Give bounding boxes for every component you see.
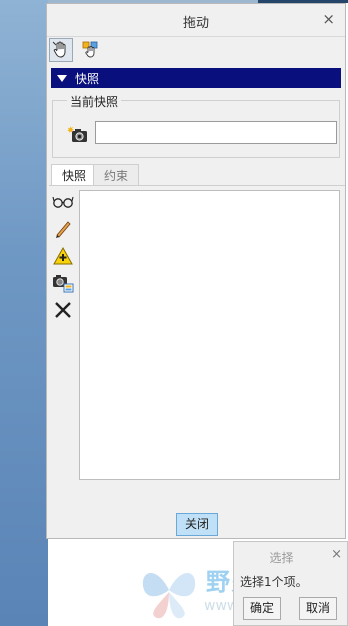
camera-icon [67, 126, 87, 142]
tab-strip: 快照 约束 [51, 164, 343, 186]
x-delete-icon [55, 302, 71, 318]
tab-constraints[interactable]: 约束 [93, 164, 140, 186]
drag-multi-tool-button[interactable] [79, 38, 103, 62]
close-icon[interactable]: × [322, 10, 335, 28]
ok-button[interactable]: 确定 [243, 597, 282, 620]
dialog-titlebar: 拖动 × [47, 4, 345, 37]
current-snapshot-legend: 当前快照 [67, 93, 122, 110]
current-snapshot-field[interactable] [95, 121, 337, 144]
snapshot-list[interactable] [79, 190, 340, 480]
snapshot-section-header[interactable]: 快照 [51, 68, 341, 88]
delete-snapshot-button[interactable] [51, 298, 75, 322]
selection-status: 选择1个项。 [240, 575, 308, 589]
warning-add-icon [53, 247, 73, 265]
edit-snapshot-button[interactable] [51, 217, 75, 241]
collapse-triangle-icon [57, 74, 67, 82]
cancel-button[interactable]: 取消 [299, 597, 338, 620]
desktop-background [0, 0, 48, 626]
tab-snapshot[interactable]: 快照 [51, 164, 98, 186]
current-snapshot-group: 当前快照 [52, 93, 340, 158]
add-snapshot-button[interactable] [51, 244, 75, 268]
camera-export-icon [53, 275, 74, 293]
close-button[interactable]: 关闭 [176, 513, 218, 536]
snapshot-side-toolbar [51, 190, 75, 325]
selection-popup-title: 选择 [269, 551, 294, 565]
view-snapshot-button[interactable] [51, 190, 75, 214]
snapshot-tab-panel [49, 185, 345, 480]
dialog-title: 拖动 [182, 16, 209, 31]
hand-multi-icon [82, 41, 98, 58]
pencil-icon [56, 221, 71, 238]
glasses-icon [52, 196, 74, 208]
watermark-logo [142, 573, 196, 619]
selection-popup: 选择 × 选择1个项。 确定 取消 [233, 541, 348, 626]
export-snapshot-button[interactable] [51, 271, 75, 295]
drag-dialog: 拖动 × 快照 当前快照 快照 约束 关闭 [46, 3, 346, 539]
section-header-label: 快照 [75, 71, 100, 86]
close-icon[interactable]: × [331, 547, 342, 562]
drag-toolbar [49, 38, 109, 64]
drag-hand-tool-button[interactable] [49, 38, 73, 62]
hand-pointer-icon [52, 41, 66, 58]
